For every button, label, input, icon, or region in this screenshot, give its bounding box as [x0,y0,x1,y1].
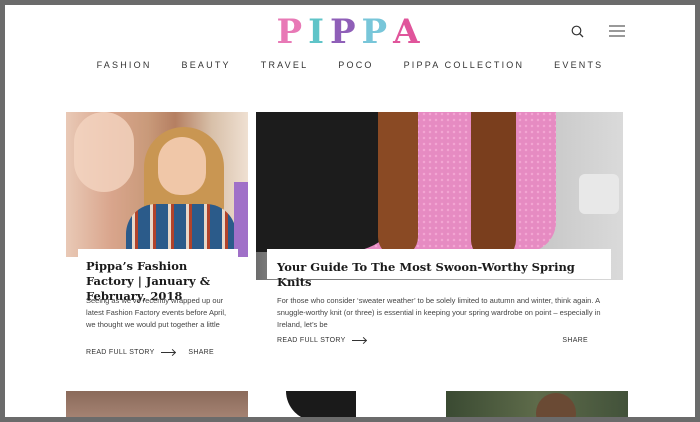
logo-letter: P [276,12,309,52]
logo-letter: P [329,12,362,52]
card-actions: READ FULL STORY SHARE [277,337,588,344]
header-icons [567,23,627,39]
main-nav: FASHION BEAUTY TRAVEL POCO PIPPA COLLECT… [5,60,695,70]
share-link[interactable]: SHARE [562,337,588,344]
share-link[interactable]: SHARE [188,349,214,356]
photo-face [158,137,206,195]
site-logo[interactable]: P I P P A [276,12,421,52]
card-title-box: Your Guide To The Most Swoon-Worthy Spri… [267,249,611,289]
nav-item-travel[interactable]: TRAVEL [261,60,309,70]
card-title-box: Pippa’s Fashion Factory | January & Febr… [78,249,238,303]
logo-letter: I [308,12,330,52]
card-excerpt: Seeing as we’ve recently wrapped up our … [86,296,227,330]
card-excerpt: For those who consider ‘sweater weather’… [277,296,601,330]
nav-item-beauty[interactable]: BEAUTY [182,60,231,70]
read-full-story-link[interactable]: READ FULL STORY [86,349,175,356]
nav-item-fashion[interactable]: FASHION [97,60,152,70]
logo-letter: A [393,12,426,52]
menu-icon[interactable] [607,23,627,39]
photo-boot [286,391,356,417]
photo-hair [378,112,418,257]
photo-background-figure [74,112,134,192]
arrow-right-icon [351,340,366,341]
read-full-story-label: READ FULL STORY [86,349,155,356]
read-full-story-link[interactable]: READ FULL STORY [277,337,366,344]
card-image[interactable] [446,391,628,417]
nav-item-pippa-collection[interactable]: PIPPA COLLECTION [404,60,525,70]
card-image[interactable] [66,112,248,257]
read-full-story-label: READ FULL STORY [277,337,346,344]
nav-item-poco[interactable]: POCO [338,60,373,70]
card-image[interactable] [256,391,438,417]
card-title[interactable]: Your Guide To The Most Swoon-Worthy Spri… [267,249,611,290]
page-frame: P I P P A FASHION BEAUTY TRAVEL POCO PIP… [5,5,695,417]
photo-accent [234,182,248,257]
photo-hair [471,112,516,262]
card-actions: READ FULL STORY SHARE [86,349,214,356]
photo-head [536,393,576,417]
arrow-right-icon [160,352,175,353]
nav-item-events[interactable]: EVENTS [554,60,603,70]
search-icon[interactable] [567,23,587,39]
card-image[interactable] [66,391,248,417]
photo-car [579,174,619,214]
logo-letter: P [361,12,394,52]
